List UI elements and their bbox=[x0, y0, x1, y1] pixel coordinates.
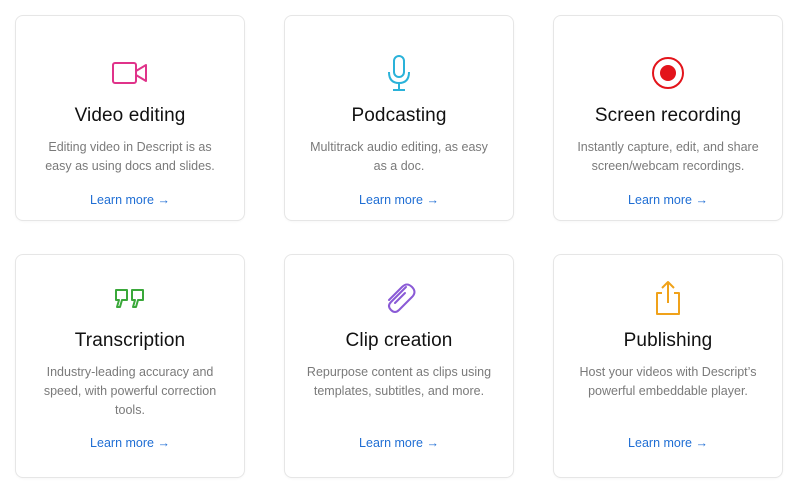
learn-more-link[interactable]: Learn more → bbox=[554, 436, 782, 450]
paperclip-icon bbox=[379, 278, 419, 318]
card-title: Publishing bbox=[623, 330, 713, 351]
card-description: Editing video in Descript is as easy as … bbox=[45, 140, 215, 173]
card-title: Screen recording bbox=[594, 105, 742, 126]
card-title: Video editing bbox=[74, 105, 186, 126]
learn-more-label: Learn more → bbox=[628, 193, 708, 207]
learn-more-link[interactable]: Learn more → bbox=[554, 193, 782, 207]
learn-more-link[interactable]: Learn more → bbox=[16, 193, 244, 207]
card-title: Podcasting bbox=[351, 105, 447, 126]
card-title: Transcription bbox=[74, 330, 186, 351]
microphone-icon bbox=[379, 53, 419, 93]
quote-icon bbox=[110, 278, 150, 318]
card-title: Clip creation bbox=[345, 330, 453, 351]
feature-card-screen-recording: Screen recording Instantly capture, edit… bbox=[553, 15, 783, 221]
card-description: Industry-leading accuracy and speed, wit… bbox=[43, 365, 217, 417]
feature-card-publishing: Publishing Host your videos with Descrip… bbox=[553, 254, 783, 478]
feature-grid: Video editing Editing video in Descript … bbox=[0, 0, 800, 489]
learn-more-label: Learn more → bbox=[90, 436, 170, 450]
learn-more-label: Learn more → bbox=[90, 193, 170, 207]
learn-more-link[interactable]: Learn more → bbox=[16, 436, 244, 450]
feature-card-clip-creation: Clip creation Repurpose content as clips… bbox=[284, 254, 514, 478]
feature-card-transcription: Transcription Industry-leading accuracy … bbox=[15, 254, 245, 478]
card-description: Instantly capture, edit, and share scree… bbox=[577, 140, 759, 173]
share-upload-icon bbox=[648, 278, 688, 318]
card-description: Host your videos with Descript’s powerfu… bbox=[579, 365, 757, 398]
video-camera-icon bbox=[110, 53, 150, 93]
card-description: Repurpose content as clips using templat… bbox=[306, 365, 492, 398]
learn-more-label: Learn more → bbox=[359, 193, 439, 207]
card-description: Multitrack audio editing, as easy as a d… bbox=[310, 140, 488, 173]
learn-more-link[interactable]: Learn more → bbox=[285, 193, 513, 207]
record-icon bbox=[648, 53, 688, 93]
learn-more-link[interactable]: Learn more → bbox=[285, 436, 513, 450]
feature-card-podcasting: Podcasting Multitrack audio editing, as … bbox=[284, 15, 514, 221]
learn-more-label: Learn more → bbox=[359, 436, 439, 450]
feature-card-video-editing: Video editing Editing video in Descript … bbox=[15, 15, 245, 221]
learn-more-label: Learn more → bbox=[628, 436, 708, 450]
